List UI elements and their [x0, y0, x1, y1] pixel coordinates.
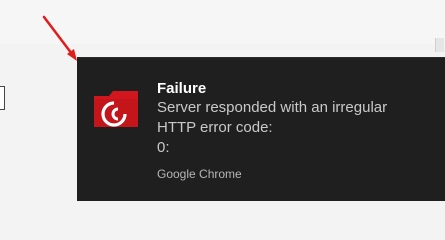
notification-content: Failure Server responded with an irregul…	[157, 79, 437, 182]
notification-message-line: Server responded with an irregular	[157, 99, 388, 116]
desktop-screen: Failure Server responded with an irregul…	[0, 0, 445, 206]
notification-source: Google Chrome	[157, 167, 242, 181]
window-edge-fragment-right	[435, 38, 444, 52]
bittorrent-folder-icon	[94, 91, 138, 127]
window-edge-fragment	[0, 86, 5, 110]
notification-title: Failure	[157, 80, 207, 97]
notification-message-line: 0:	[157, 139, 170, 156]
notification-message-line: HTTP error code:	[157, 119, 273, 136]
toast-notification[interactable]: Failure Server responded with an irregul…	[77, 57, 445, 201]
